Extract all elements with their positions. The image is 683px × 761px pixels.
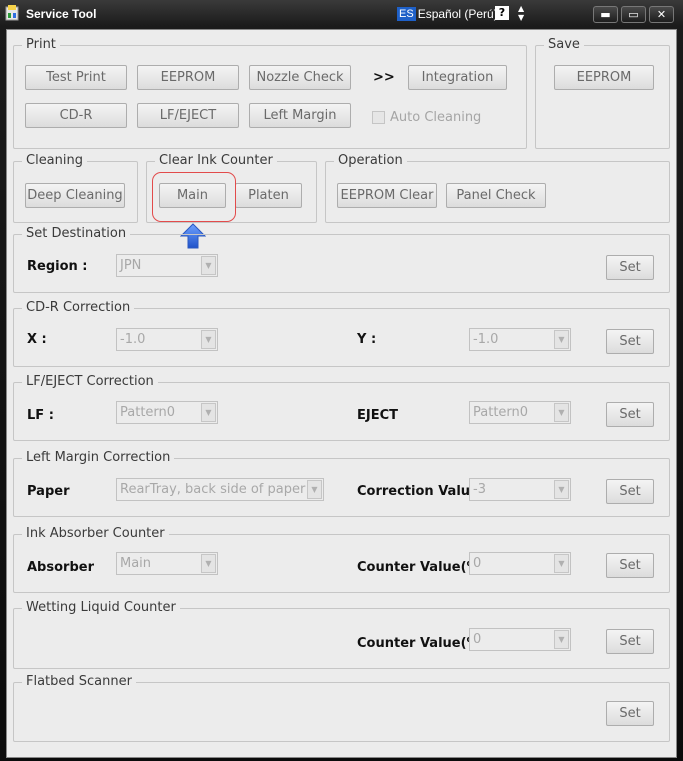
chevron-down-icon[interactable]: ▼ — [201, 330, 216, 349]
chevron-down-icon[interactable]: ▼ — [201, 554, 216, 573]
operation-group-title: Operation — [334, 153, 407, 168]
region-select[interactable]: JPN ▼ — [116, 254, 218, 277]
language-name: Español (Perú) — [417, 7, 498, 21]
cdr-x-value: -1.0 — [120, 332, 146, 347]
cdr-set-button[interactable]: Set — [606, 329, 654, 354]
chevron-down-icon[interactable]: ▼ — [554, 330, 569, 349]
ink-absorber-title: Ink Absorber Counter — [22, 526, 169, 541]
region-label: Region : — [27, 259, 88, 274]
cdr-correction-title: CD-R Correction — [22, 300, 135, 315]
wetting-counter-value: 0 — [473, 632, 482, 647]
language-indicator[interactable]: ES Español (Perú) — [397, 5, 498, 23]
paper-value: RearTray, back side of paper — [120, 482, 306, 497]
wetting-counter-select[interactable]: 0 ▼ — [469, 628, 571, 651]
eject-value: Pattern0 — [473, 405, 529, 420]
lf-eject-correction-group: LF/EJECT Correction — [13, 374, 670, 441]
lf-select[interactable]: Pattern0 ▼ — [116, 401, 218, 424]
chevron-down-icon[interactable]: ▼ — [201, 403, 216, 422]
service-tool-window: Service Tool ES Español (Perú) ? ▲ ▼ ▬ ▭ … — [0, 0, 683, 761]
clear-ink-counter-title: Clear Ink Counter — [155, 153, 277, 168]
wetting-set-button[interactable]: Set — [606, 629, 654, 654]
chevron-down-icon[interactable]: ▼ — [307, 480, 322, 499]
cdr-x-select[interactable]: -1.0 ▼ — [116, 328, 218, 351]
eeprom-clear-button[interactable]: EEPROM Clear — [337, 183, 437, 208]
lf-eject-set-button[interactable]: Set — [606, 402, 654, 427]
save-group: Save — [535, 37, 670, 149]
auto-cleaning-checkbox[interactable]: Auto Cleaning — [372, 110, 481, 125]
chevron-down-icon[interactable]: ▼ — [554, 630, 569, 649]
left-margin-set-button[interactable]: Set — [606, 479, 654, 504]
absorber-label: Absorber — [27, 560, 94, 575]
cdr-print-button[interactable]: CD-R — [25, 103, 127, 128]
panel-check-button[interactable]: Panel Check — [446, 183, 546, 208]
nozzle-check-button[interactable]: Nozzle Check — [249, 65, 351, 90]
lf-value: Pattern0 — [120, 405, 176, 420]
deep-cleaning-button[interactable]: Deep Cleaning — [25, 183, 125, 208]
print-group-title: Print — [22, 37, 60, 52]
correction-value: -3 — [473, 482, 486, 497]
flatbed-scanner-title: Flatbed Scanner — [22, 674, 136, 689]
wetting-liquid-group: Wetting Liquid Counter — [13, 600, 670, 669]
eeprom-save-button[interactable]: EEPROM — [554, 65, 654, 90]
cdr-y-label: Y : — [357, 332, 377, 347]
absorber-set-button[interactable]: Set — [606, 553, 654, 578]
left-margin-correction-title: Left Margin Correction — [22, 450, 175, 465]
paper-label: Paper — [27, 484, 70, 499]
correction-value-label: Correction Value — [357, 484, 479, 499]
language-code: ES — [397, 7, 416, 21]
chevron-down-icon[interactable]: ▼ — [201, 256, 216, 275]
wetting-counter-label: Counter Value(%) — [357, 636, 486, 651]
window-title: Service Tool — [26, 7, 97, 21]
auto-cleaning-label: Auto Cleaning — [390, 110, 482, 125]
ink-absorber-group: Ink Absorber Counter — [13, 526, 670, 593]
minimize-button[interactable]: ▬ — [593, 6, 618, 23]
help-icon[interactable]: ? — [495, 6, 509, 20]
flatbed-scanner-group: Flatbed Scanner — [13, 674, 670, 742]
region-value: JPN — [120, 258, 142, 273]
left-margin-correction-group: Left Margin Correction — [13, 450, 670, 517]
lf-label: LF : — [27, 408, 54, 423]
platen-clear-button[interactable]: Platen — [235, 183, 302, 208]
eject-label: EJECT — [357, 408, 399, 423]
set-destination-title: Set Destination — [22, 226, 131, 241]
save-group-title: Save — [544, 37, 584, 52]
region-set-button[interactable]: Set — [606, 255, 654, 280]
title-bar[interactable]: Service Tool ES Español (Perú) ? ▲ ▼ ▬ ▭ … — [0, 0, 683, 28]
wetting-liquid-title: Wetting Liquid Counter — [22, 600, 180, 615]
eeprom-print-button[interactable]: EEPROM — [137, 65, 239, 90]
app-icon — [5, 5, 19, 21]
absorber-select[interactable]: Main ▼ — [116, 552, 218, 575]
chevron-down-icon[interactable]: ▼ — [554, 480, 569, 499]
chevron-down-icon[interactable]: ▼ — [554, 403, 569, 422]
auto-cleaning-box[interactable] — [372, 111, 385, 124]
dialog-body: Print Test Print EEPROM Nozzle Check >> … — [6, 29, 677, 758]
highlight-circle — [152, 172, 236, 222]
maximize-button[interactable]: ▭ — [621, 6, 646, 23]
cdr-y-select[interactable]: -1.0 ▼ — [469, 328, 571, 351]
scanner-set-button[interactable]: Set — [606, 701, 654, 726]
integration-button[interactable]: Integration — [408, 65, 507, 90]
absorber-counter-label: Counter Value(%) — [357, 560, 486, 575]
absorber-counter-select[interactable]: 0 ▼ — [469, 552, 571, 575]
more-arrow: >> — [373, 70, 395, 85]
lf-eject-correction-title: LF/EJECT Correction — [22, 374, 158, 389]
left-margin-print-button[interactable]: Left Margin — [249, 103, 351, 128]
print-group: Print — [13, 37, 527, 149]
chevron-down-icon[interactable]: ▼ — [554, 554, 569, 573]
eject-select[interactable]: Pattern0 ▼ — [469, 401, 571, 424]
cdr-x-label: X : — [27, 332, 47, 347]
set-destination-group: Set Destination — [13, 226, 670, 293]
language-options-icon[interactable]: ▲ ▼ — [518, 4, 524, 22]
lf-eject-print-button[interactable]: LF/EJECT — [137, 103, 239, 128]
cdr-correction-group: CD-R Correction — [13, 300, 670, 367]
paper-select[interactable]: RearTray, back side of paper ▼ — [116, 478, 324, 501]
absorber-counter-value: 0 — [473, 556, 482, 571]
cleaning-group-title: Cleaning — [22, 153, 87, 168]
test-print-button[interactable]: Test Print — [25, 65, 127, 90]
close-button[interactable]: ✕ — [649, 6, 674, 23]
correction-value-select[interactable]: -3 ▼ — [469, 478, 571, 501]
absorber-value: Main — [120, 556, 152, 571]
cdr-y-value: -1.0 — [473, 332, 499, 347]
